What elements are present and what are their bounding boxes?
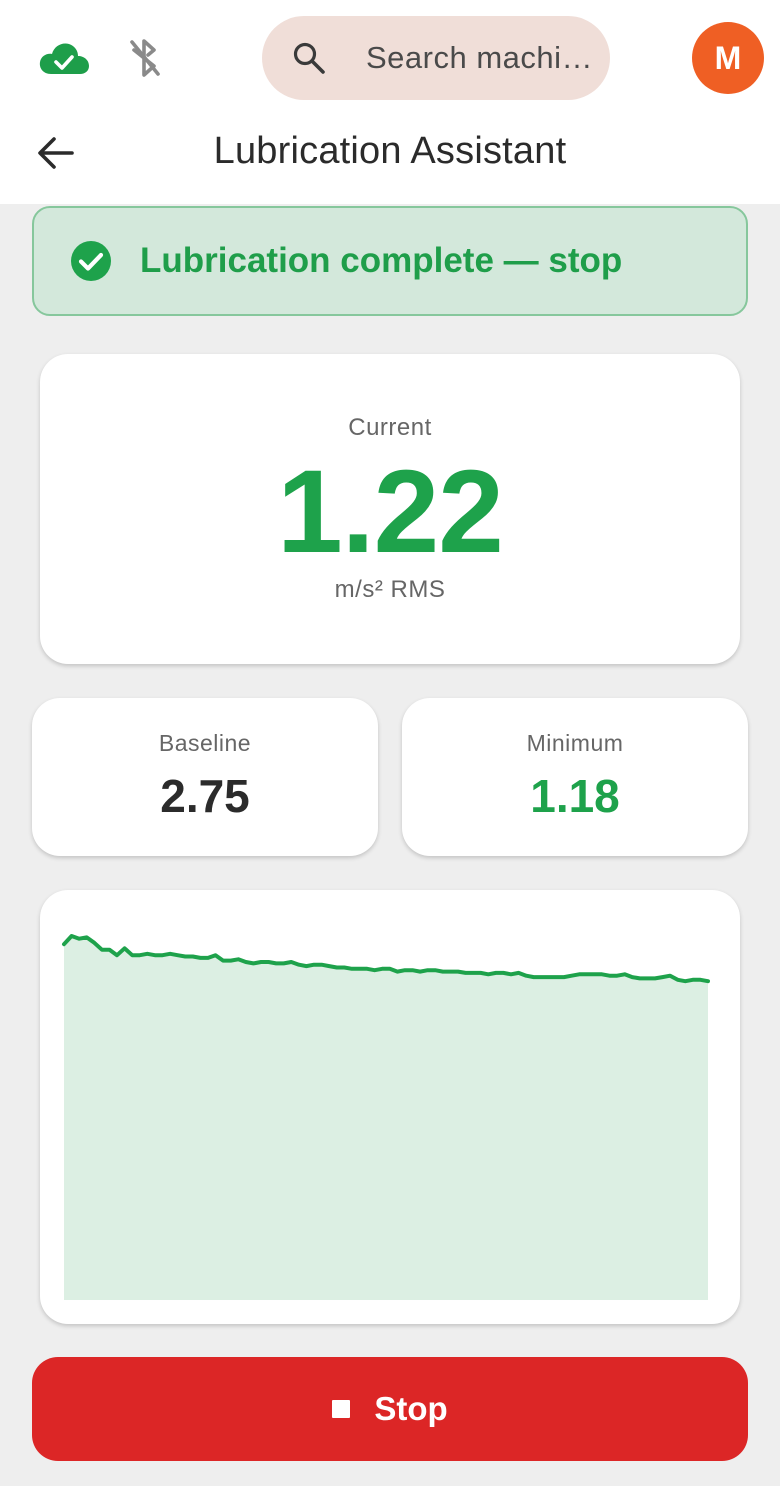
minimum-card: Minimum 1.18 (402, 698, 748, 856)
stop-button-label: Stop (374, 1390, 448, 1427)
stop-square-icon (332, 1400, 351, 1418)
vibration-chart-card (40, 890, 740, 1324)
minimum-value: 1.18 (530, 770, 620, 822)
vibration-chart (62, 934, 710, 1300)
status-banner-text: Lubrication complete — stop (140, 241, 623, 280)
stop-button[interactable]: Stop (32, 1357, 748, 1461)
status-banner: Lubrication complete — stop (32, 206, 748, 316)
baseline-card: Baseline 2.75 (32, 698, 378, 856)
search-input[interactable] (366, 40, 606, 76)
current-unit: m/s² RMS (334, 576, 446, 603)
minimum-label: Minimum (526, 730, 624, 756)
current-label: Current (348, 414, 432, 441)
current-value: 1.22 (277, 446, 504, 578)
current-reading-card: Current 1.22 m/s² RMS (40, 354, 740, 664)
avatar[interactable]: M (692, 22, 764, 94)
baseline-label: Baseline (158, 730, 252, 756)
chart-area-fill (64, 936, 708, 1300)
baseline-value: 2.75 (160, 770, 250, 822)
check-circle-icon (71, 241, 111, 281)
bluetooth-disabled-icon[interactable] (124, 36, 166, 80)
app-header: M Lubrication Assistant (0, 0, 780, 204)
search-bar[interactable] (262, 16, 610, 100)
search-icon (293, 42, 325, 74)
cloud-check-icon[interactable] (38, 40, 90, 76)
page-title: Lubrication Assistant (213, 130, 567, 172)
